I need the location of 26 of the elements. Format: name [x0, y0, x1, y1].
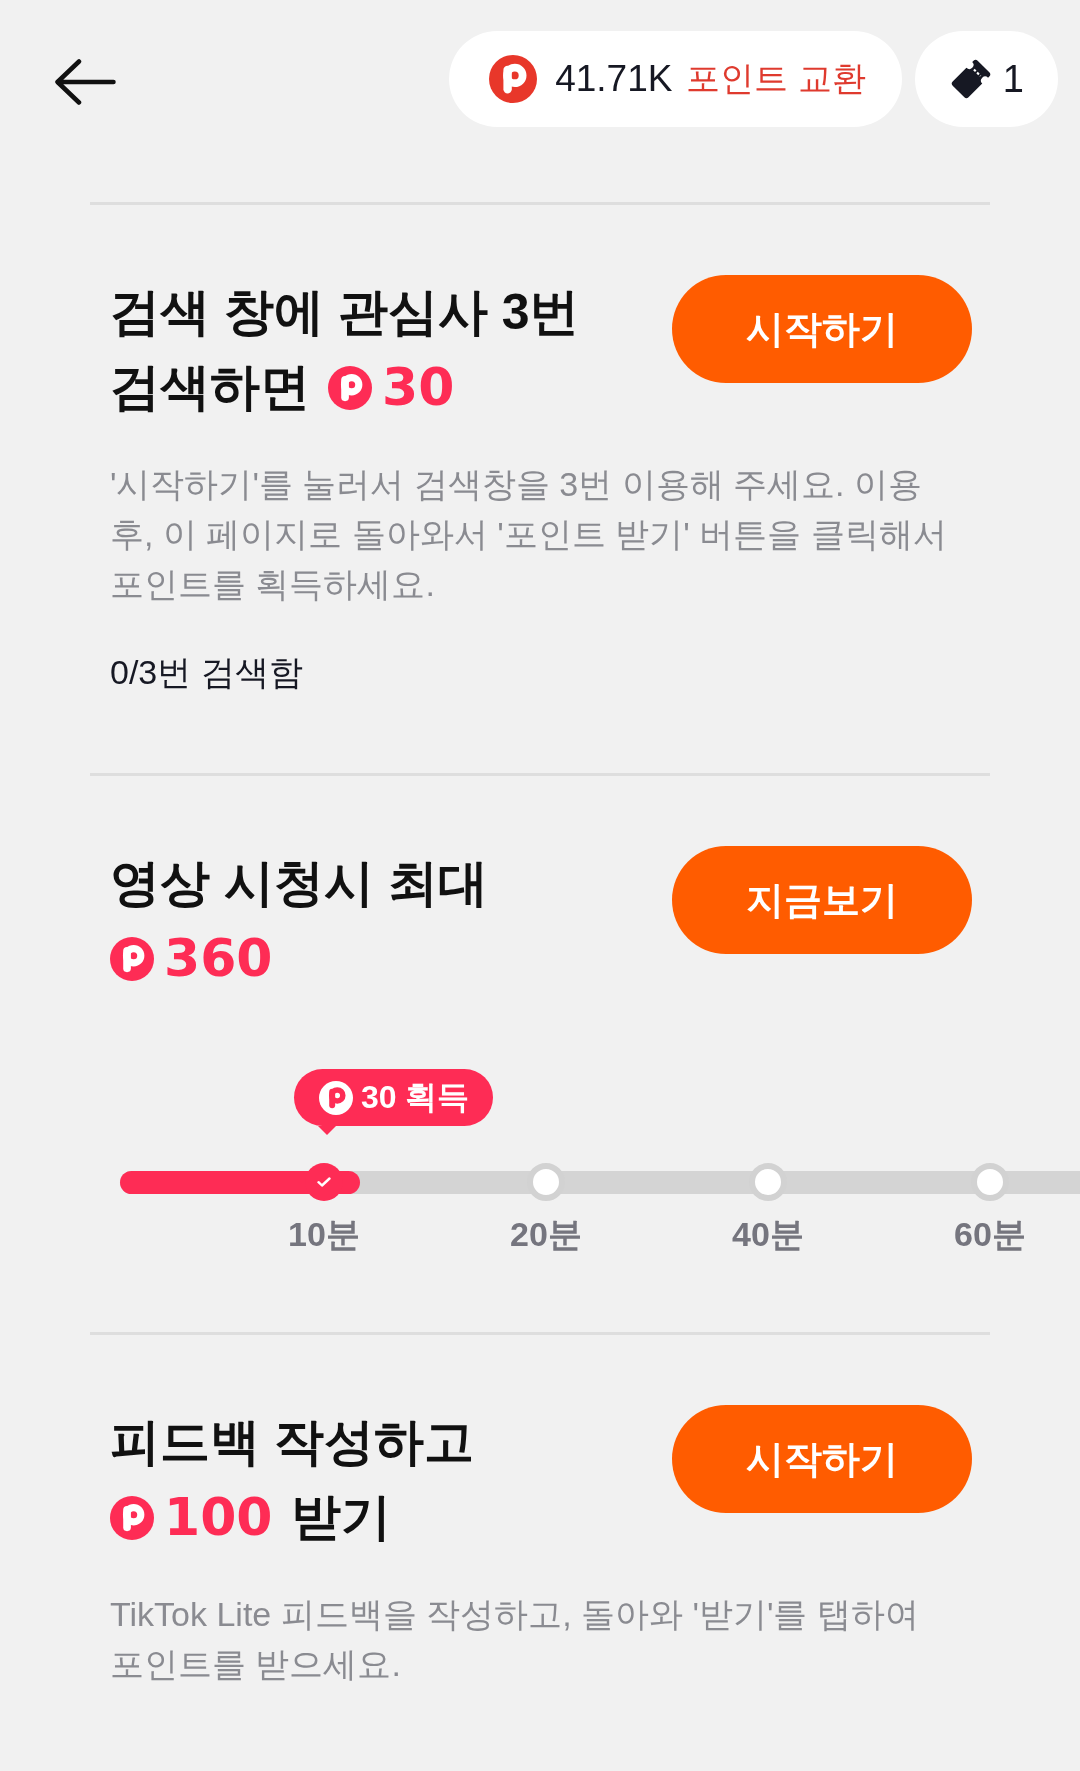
progress-text: 0/3번 검색함	[110, 652, 304, 693]
points-icon	[110, 1495, 154, 1540]
milestone-label: 10분	[288, 1214, 360, 1255]
milestone-label: 20분	[510, 1214, 582, 1255]
points-icon	[328, 365, 372, 410]
task-title: 검색 창에 관심사 3번 검색하면 30	[110, 283, 581, 419]
action-button[interactable]: 시작하기	[672, 275, 972, 383]
task-description: TikTok Lite 피드백을 작성하고, 돌아와 '받기'를 탭하여 포인트를 받으세요.	[110, 1594, 920, 1685]
points-icon	[110, 936, 154, 981]
action-button[interactable]: 지금보기	[672, 846, 972, 954]
arrow-left-icon	[54, 59, 116, 105]
ticket-button[interactable]: 1	[914, 31, 1058, 127]
ticket-icon	[950, 59, 991, 99]
check-icon	[317, 1177, 331, 1187]
points-icon	[319, 1080, 353, 1115]
task-title: 피드백 작성하고 100 받기	[110, 1413, 475, 1549]
points-balance: 41.71K	[555, 58, 673, 100]
back-button[interactable]	[54, 59, 116, 105]
action-button[interactable]: 시작하기	[672, 1405, 972, 1513]
task-title: 영상 시청시 최대 360	[110, 854, 489, 990]
points-icon	[489, 55, 538, 103]
exchange-link[interactable]: 포인트 교환	[686, 56, 866, 102]
tooltip-text: 30 획득	[361, 1077, 470, 1117]
task-description: '시작하기'를 눌러서 검색창을 3번 이용해 주세요. 이용 후, 이 페이지로 돌아와서 '포인트 받기' 버튼을 클릭해서 포인트를 획득하세요.	[110, 464, 948, 605]
milestone-label: 40분	[732, 1214, 804, 1255]
milestone-label: 60분	[954, 1214, 1026, 1255]
